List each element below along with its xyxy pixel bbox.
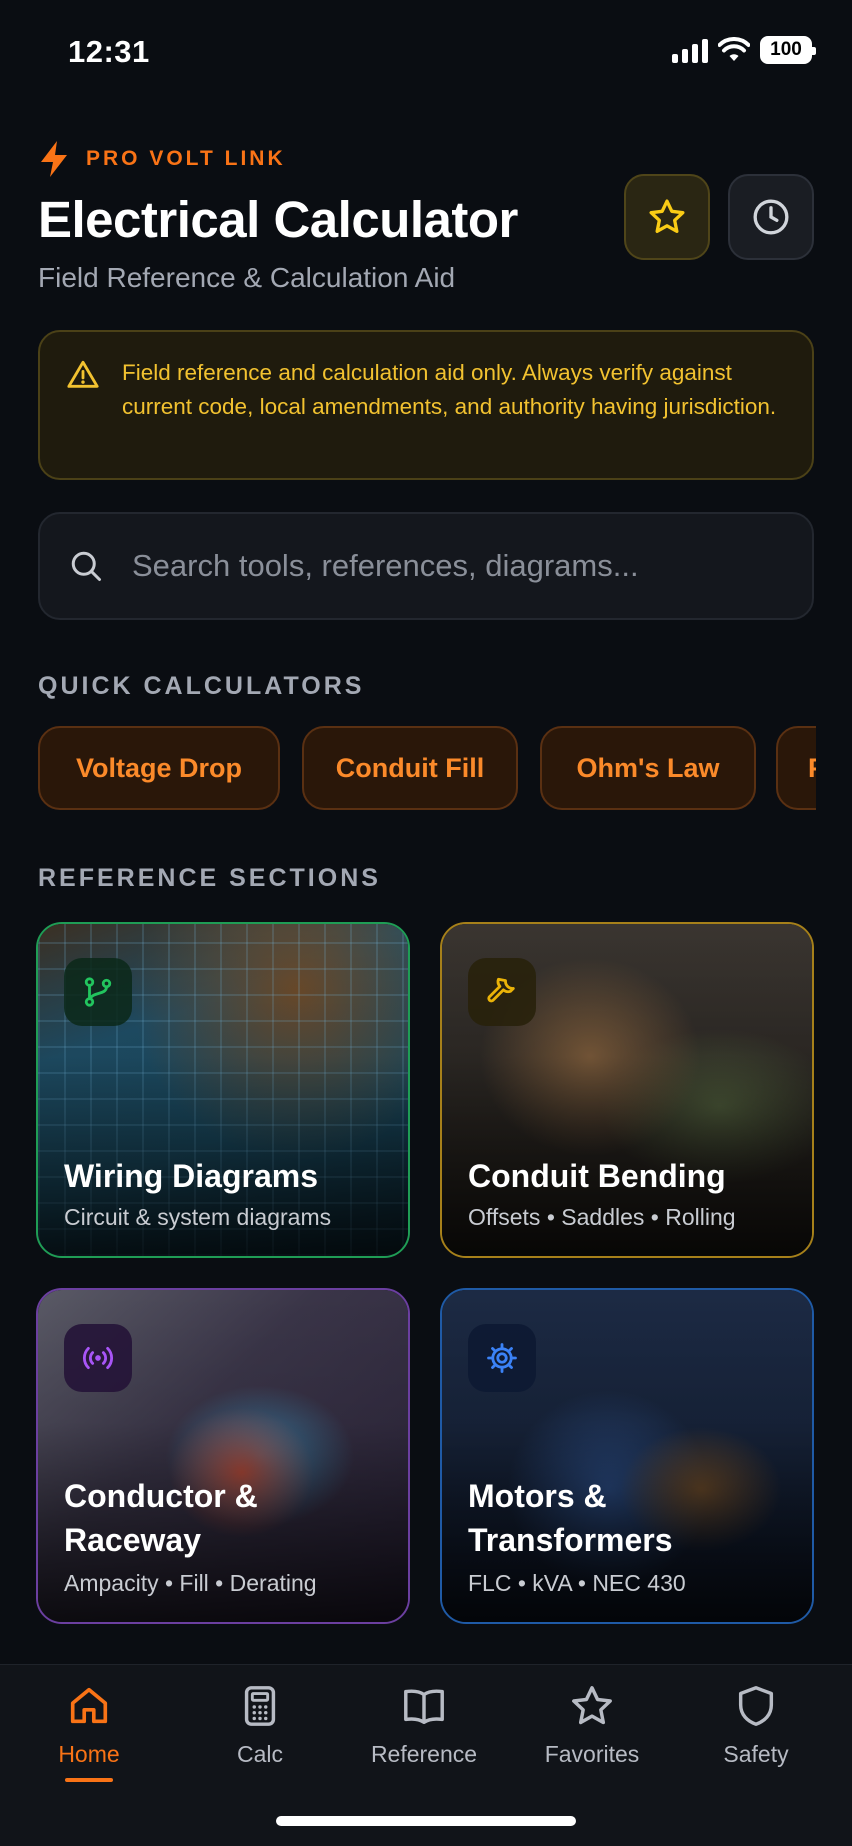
calculator-icon [244, 1686, 276, 1726]
home-indicator[interactable] [276, 1816, 576, 1826]
search-input[interactable] [132, 548, 772, 584]
reference-sections-heading: REFERENCE SECTIONS [38, 864, 381, 892]
card-conduit-bending[interactable]: Conduit Bending Offsets • Saddles • Roll… [440, 922, 814, 1258]
status-icons: 100 [672, 36, 816, 64]
gear-icon [468, 1324, 536, 1392]
search-bar[interactable] [38, 512, 814, 620]
quick-calculators-row[interactable]: Voltage Drop Conduit Fill Ohm's Law P [38, 726, 816, 810]
nav-safety[interactable]: Safety [676, 1683, 836, 1768]
status-time: 12:31 [68, 34, 150, 69]
nav-home-label: Home [58, 1741, 120, 1767]
card-title: Wiring Diagrams [64, 1158, 318, 1194]
active-indicator [65, 1778, 113, 1782]
star-icon [649, 199, 685, 233]
chip-ohms-law[interactable]: Ohm's Law [540, 726, 756, 810]
card-title-line2: Transformers [468, 1522, 673, 1558]
nav-reference-label: Reference [370, 1741, 478, 1767]
card-subtitle: Offsets • Saddles • Rolling [468, 1204, 736, 1230]
chip-conduit-fill[interactable]: Conduit Fill [302, 726, 518, 810]
history-button[interactable] [728, 174, 814, 260]
card-title: Conduit Bending [468, 1158, 726, 1194]
card-subtitle: Ampacity • Fill • Derating [64, 1570, 317, 1596]
battery-indicator: 100 [760, 36, 816, 64]
card-subtitle: Circuit & system diagrams [64, 1204, 332, 1230]
nav-favorites[interactable]: Favorites [512, 1683, 672, 1768]
cellular-signal-icon [672, 37, 708, 63]
app-screen: 12:31 100 PRO VOLT LINK Electrical Calcu… [0, 0, 852, 1846]
signal-icon [64, 1324, 132, 1392]
clock-icon [753, 199, 789, 235]
card-wiring-diagrams[interactable]: Wiring Diagrams Circuit & system diagram… [36, 922, 410, 1258]
favorites-button[interactable] [624, 174, 710, 260]
wifi-icon [718, 37, 750, 61]
disclaimer-banner: Field reference and calculation aid only… [38, 330, 814, 480]
search-icon [71, 551, 101, 581]
wrench-icon [468, 958, 536, 1026]
disclaimer-text: Field reference and calculation aid only… [122, 360, 777, 419]
chip-next-calculator[interactable]: P [776, 726, 816, 810]
nav-reference[interactable]: Reference [344, 1683, 504, 1768]
chip-voltage-drop[interactable]: Voltage Drop [38, 726, 280, 810]
card-title-line2: Raceway [64, 1522, 201, 1558]
book-icon [404, 1689, 444, 1725]
card-title-line1: Conductor & [64, 1478, 258, 1514]
card-motors-transformers[interactable]: Motors & Transformers FLC • kVA • NEC 43… [440, 1288, 814, 1624]
card-conductor-raceway[interactable]: Conductor & Raceway Ampacity • Fill • De… [36, 1288, 410, 1624]
warning-icon [67, 360, 99, 388]
star-icon [572, 1686, 612, 1725]
card-title-line1: Motors & [468, 1478, 607, 1514]
brand-row: PRO VOLT LINK [38, 140, 286, 178]
page-title: Electrical Calculator [38, 191, 518, 248]
quick-calculators-heading: QUICK CALCULATORS [38, 672, 365, 700]
nav-calc[interactable]: Calc [180, 1683, 340, 1768]
branch-icon [64, 958, 132, 1026]
brand-name: PRO VOLT LINK [86, 147, 286, 170]
shield-icon [738, 1686, 774, 1726]
page-subtitle: Field Reference & Calculation Aid [38, 262, 456, 293]
nav-safety-label: Safety [723, 1741, 789, 1767]
nav-calc-label: Calc [236, 1741, 283, 1767]
nav-favorites-label: Favorites [544, 1741, 640, 1767]
lightning-bolt-icon [41, 141, 67, 177]
card-subtitle: FLC • kVA • NEC 430 [468, 1570, 686, 1596]
nav-home[interactable]: Home [9, 1683, 169, 1782]
home-icon [70, 1687, 108, 1724]
